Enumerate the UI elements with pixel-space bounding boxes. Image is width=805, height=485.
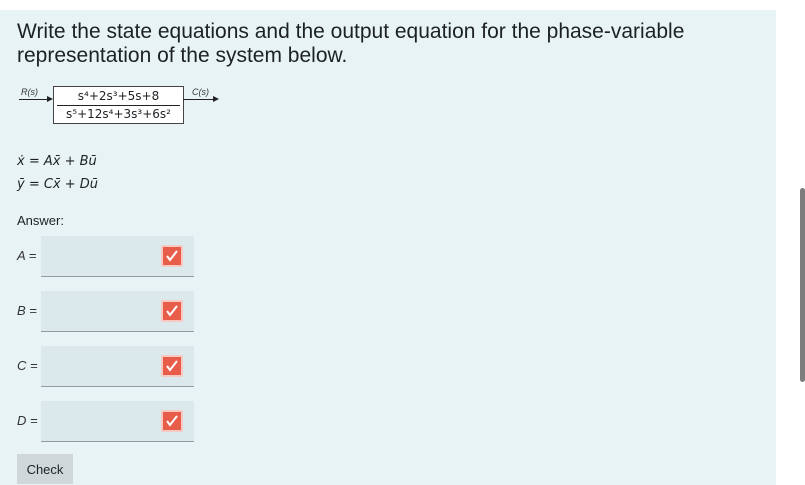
output-equation: ȳ = Cx̄ + Dū (17, 177, 99, 192)
block-diagram: R(s) s⁴+2s³+5s+8 s⁵+12s⁴+3s³+6s² C(s) (17, 86, 227, 124)
check-button[interactable]: Check (17, 454, 73, 484)
matrix-c-label: C = (17, 358, 38, 373)
matrix-input-icon[interactable] (161, 300, 183, 322)
page-scrollbar[interactable] (800, 188, 805, 382)
input-arrow-line (19, 99, 47, 100)
output-arrow-head (213, 96, 219, 102)
transfer-function-block: s⁴+2s³+5s+8 s⁵+12s⁴+3s³+6s² (53, 86, 184, 124)
matrix-input-icon[interactable] (161, 245, 183, 267)
output-arrow-line (183, 99, 213, 100)
output-label: C(s) (192, 87, 209, 97)
fraction-bar (57, 105, 180, 106)
matrix-d-label: D = (17, 413, 38, 428)
input-label: R(s) (21, 87, 38, 97)
tf-denominator: s⁵+12s⁴+3s³+6s² (66, 107, 171, 121)
matrix-input-icon[interactable] (161, 410, 183, 432)
question-text: Write the state equations and the output… (17, 20, 685, 67)
matrix-input-icon[interactable] (161, 355, 183, 377)
state-equation: ẋ = Ax̄ + Bū (17, 154, 97, 169)
matrix-a-label: A = (17, 248, 37, 263)
matrix-b-label: B = (17, 303, 37, 318)
tf-numerator: s⁴+2s³+5s+8 (77, 89, 160, 103)
answer-label: Answer: (17, 213, 64, 228)
